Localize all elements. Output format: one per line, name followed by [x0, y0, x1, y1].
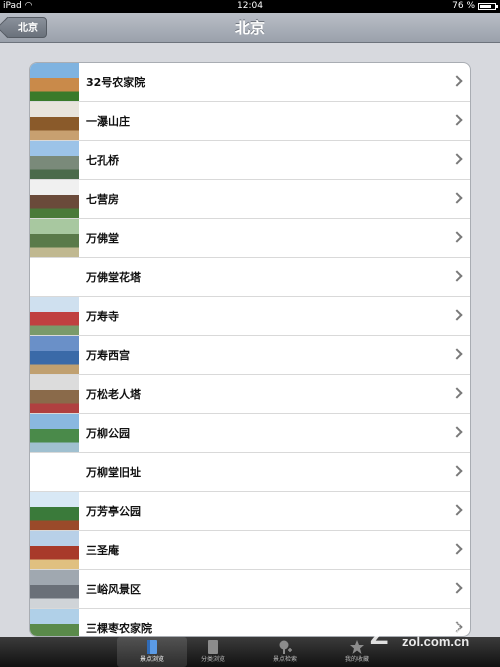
attraction-list: 32号农家院 一瀑山庄七孔桥七营房万佛堂万佛堂花塔万寿寺万寿西宫万松老人塔万柳公园… — [29, 62, 471, 637]
search-pin-icon — [279, 640, 292, 654]
attraction-thumbnail — [30, 297, 79, 335]
list-item[interactable]: 万芳亭公园 — [30, 492, 470, 531]
battery-status: 76 % — [452, 0, 498, 13]
star-icon — [350, 640, 364, 654]
empty-thumbnail — [30, 258, 79, 296]
list-item-label: 七孔桥 — [86, 154, 119, 167]
list-item-label: 七营房 — [86, 193, 119, 206]
list-item[interactable]: 三圣庵 — [30, 531, 470, 570]
list-item[interactable]: 万寿西宫 — [30, 336, 470, 375]
chevron-right-icon — [451, 504, 463, 516]
list-item[interactable]: 万佛堂花塔 — [30, 258, 470, 297]
battery-icon — [478, 3, 498, 10]
list-item[interactable]: 32号农家院 — [30, 63, 470, 102]
attraction-thumbnail — [30, 102, 79, 140]
chevron-right-icon — [451, 465, 463, 477]
list-item-label: 三圣庵 — [86, 544, 119, 557]
chevron-right-icon — [451, 153, 463, 165]
chevron-right-icon — [451, 114, 463, 126]
list-item-label: 万佛堂 — [86, 232, 119, 245]
zol-logo-icon: Z — [370, 618, 389, 651]
list-item-label: 万寿西宫 — [86, 349, 130, 362]
clock: 12:04 — [237, 1, 263, 11]
tab-search-label: 景点检索 — [272, 656, 297, 663]
attraction-thumbnail — [30, 336, 79, 374]
tab-category[interactable]: 分类浏览 — [178, 637, 248, 667]
battery-percent: 76 % — [452, 1, 475, 11]
list-item-label: 万松老人塔 — [86, 388, 141, 401]
list-item[interactable]: 万柳公园 — [30, 414, 470, 453]
chevron-right-icon — [451, 582, 463, 594]
chevron-right-icon — [451, 348, 463, 360]
list-item-label: 万佛堂花塔 — [86, 271, 141, 284]
list-item-label: 32号农家院 — [86, 76, 146, 89]
list-item-label: 一瀑山庄 — [86, 115, 130, 128]
list-item[interactable]: 万柳堂旧址 — [30, 453, 470, 492]
page-title: 北京 — [234, 19, 265, 37]
empty-thumbnail — [30, 453, 79, 491]
list-item[interactable]: 一瀑山庄 — [30, 102, 470, 141]
attraction-thumbnail — [30, 141, 79, 179]
list-item[interactable]: 万佛堂 — [30, 219, 470, 258]
chevron-right-icon — [451, 309, 463, 321]
list-item-label: 万寿寺 — [86, 310, 119, 323]
tab-category-label: 分类浏览 — [200, 656, 225, 663]
list-item-label: 万柳公园 — [86, 427, 130, 440]
list-item-label: 万芳亭公园 — [86, 505, 141, 518]
attraction-thumbnail — [30, 375, 79, 413]
chevron-right-icon — [451, 192, 463, 204]
attraction-thumbnail — [30, 219, 79, 257]
list-item[interactable]: 万松老人塔 — [30, 375, 470, 414]
watermark-url: zol.com.cn — [402, 634, 470, 649]
list-item-label: 三棵枣农家院 — [86, 622, 152, 635]
attraction-thumbnail — [30, 63, 79, 101]
back-button-label: 北京 — [18, 23, 38, 34]
list-item[interactable]: 万寿寺 — [30, 297, 470, 336]
chevron-right-icon — [451, 426, 463, 438]
status-bar: iPad ◠ 12:04 76 % — [0, 0, 500, 13]
attraction-thumbnail — [30, 492, 79, 530]
attraction-thumbnail — [30, 180, 79, 218]
attraction-thumbnail — [30, 531, 79, 569]
navigation-bar: 北京 北京 — [0, 13, 500, 43]
book-icon — [147, 640, 157, 654]
list-item[interactable]: 七孔桥 — [30, 141, 470, 180]
tab-favorites-label: 我的收藏 — [344, 656, 369, 663]
zol-watermark: Z 中关村在线 zol.com.cn — [370, 612, 488, 652]
attraction-thumbnail — [30, 570, 79, 608]
list-item-label: 万柳堂旧址 — [86, 466, 141, 479]
chevron-right-icon — [451, 543, 463, 555]
list-item[interactable]: 七营房 — [30, 180, 470, 219]
document-icon — [208, 640, 218, 654]
attraction-thumbnail — [30, 414, 79, 452]
list-item-label: 三峪风景区 — [86, 583, 141, 596]
tab-search[interactable]: 景点检索 — [250, 637, 320, 667]
chevron-right-icon — [451, 270, 463, 282]
tab-browse-label: 景点浏览 — [139, 656, 164, 663]
list-item[interactable]: 三峪风景区 — [30, 570, 470, 609]
chevron-right-icon — [451, 75, 463, 87]
tab-browse[interactable]: 景点浏览 — [117, 637, 187, 667]
chevron-right-icon — [451, 387, 463, 399]
attraction-thumbnail — [30, 609, 79, 636]
chevron-right-icon — [451, 231, 463, 243]
